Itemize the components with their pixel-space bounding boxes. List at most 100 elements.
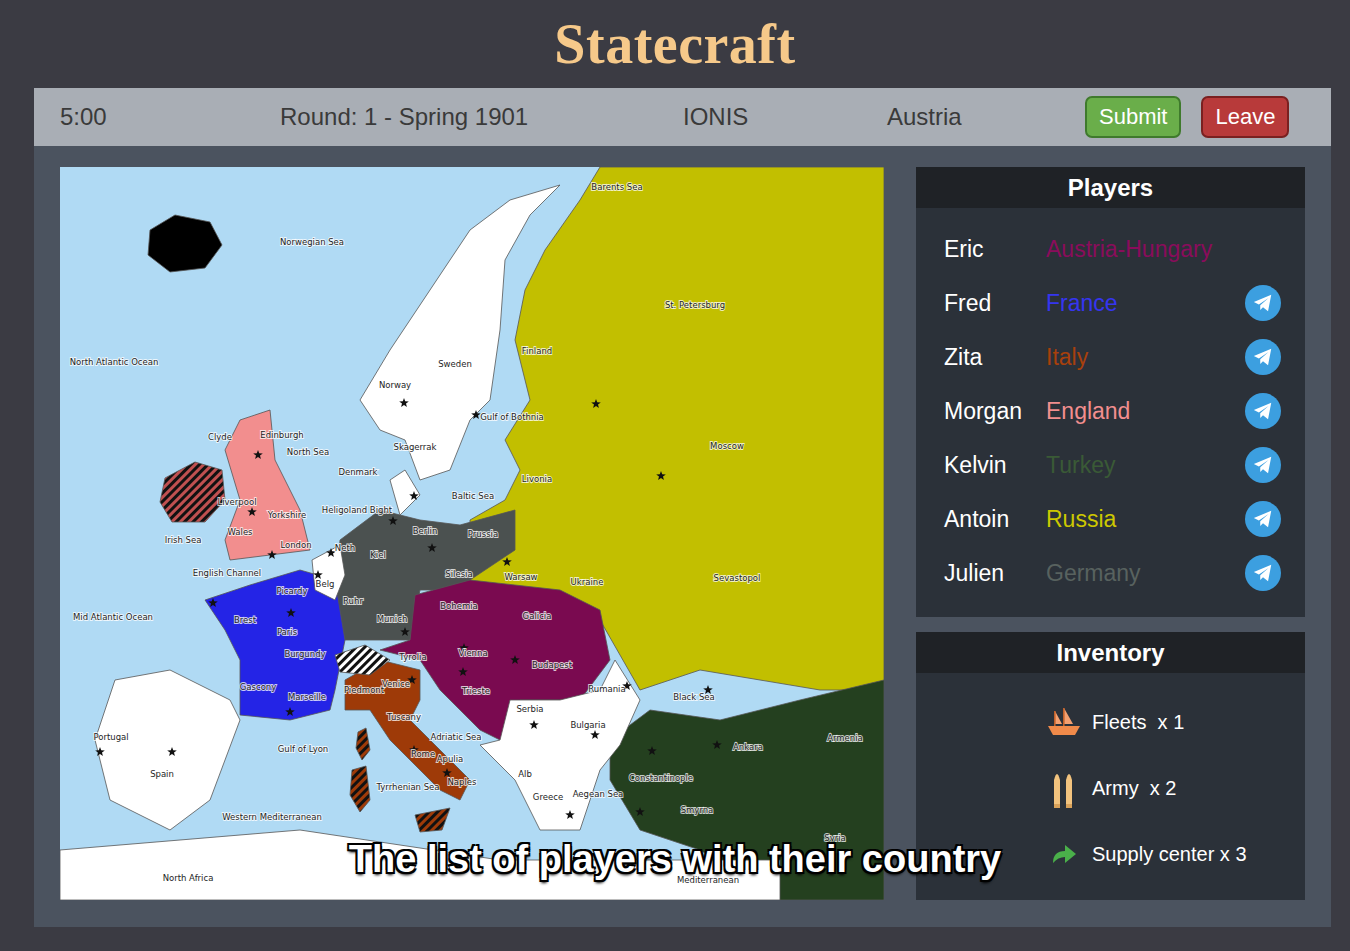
supply-center-icon: [590, 730, 600, 739]
territory[interactable]: [480, 660, 640, 830]
map-label: Western Mediterranean: [222, 812, 322, 822]
supply-center-icon: [247, 507, 257, 516]
map-label: Mid Atlantic Ocean: [73, 612, 153, 622]
map-label: Constantinople: [629, 773, 693, 783]
territory[interactable]: [60, 830, 780, 900]
supply-center-icon: [208, 598, 218, 607]
map-label: Munich: [377, 614, 408, 624]
map-label: Syria: [824, 833, 846, 843]
supply-center-icon: [502, 557, 512, 566]
player-name: Morgan: [944, 398, 1046, 425]
map-label: Armenia: [827, 733, 863, 743]
territory[interactable]: [390, 470, 420, 515]
arrow-icon: [1049, 841, 1079, 867]
player-row: AntoinRussia: [944, 492, 1283, 546]
map-label: Serbia: [516, 704, 543, 714]
supply-center-icon: [388, 516, 398, 525]
inventory-label: Army x 2: [1092, 777, 1176, 800]
game-map[interactable]: Barents SeaNorwegian SeaNorth Atlantic O…: [60, 167, 884, 900]
player-country: Germany: [1046, 560, 1245, 587]
map-label: Bohemia: [440, 601, 478, 611]
message-button[interactable]: [1245, 555, 1281, 591]
player-country: Turkey: [1046, 452, 1245, 479]
territory[interactable]: [350, 766, 370, 812]
map-label: Rumania: [588, 684, 625, 694]
territory[interactable]: [360, 185, 560, 480]
player-country: Austria-Hungary: [1046, 236, 1245, 263]
territory[interactable]: [470, 167, 884, 690]
message-button[interactable]: [1245, 501, 1281, 537]
supply-center-icon: [285, 707, 295, 716]
player-name: Julien: [944, 560, 1046, 587]
player-row: KelvinTurkey: [944, 438, 1283, 492]
message-button[interactable]: [1245, 285, 1281, 321]
supply-center-icon: [167, 747, 177, 756]
territory[interactable]: [312, 545, 345, 600]
submit-button[interactable]: Submit: [1085, 96, 1181, 138]
inventory-item: Fleets x 1: [1046, 689, 1285, 755]
fleet-icon: [1046, 702, 1082, 742]
players-panel: PlayersEricAustria-HungaryFredFranceZita…: [916, 167, 1305, 617]
inventory-item: Supply center x 3: [1046, 821, 1285, 887]
map-label: Warsaw: [504, 572, 537, 582]
map-label: Yorkshire: [267, 510, 306, 520]
europe-map[interactable]: Barents SeaNorwegian SeaNorth Atlantic O…: [60, 167, 884, 900]
supply-center-icon: [647, 746, 657, 755]
supply-center-icon: [399, 398, 409, 407]
supply-center-icon: [458, 667, 468, 676]
supply-center-icon: [656, 471, 666, 480]
map-label: Livonia: [522, 474, 552, 484]
map-label: St. Petersburg: [665, 300, 725, 310]
game-frame: 5:00Round: 1 - Spring 1901IONISAustriaSu…: [34, 88, 1331, 927]
map-label: Baltic Sea: [452, 491, 494, 501]
map-label: Sevastopol: [714, 573, 761, 583]
map-label: Heligoland Bight: [322, 505, 393, 515]
leave-button[interactable]: Leave: [1201, 96, 1289, 138]
map-label: Moscow: [710, 441, 744, 451]
supply-center-icon: [591, 399, 601, 408]
ship-icon: [1046, 707, 1082, 737]
message-button[interactable]: [1245, 393, 1281, 429]
map-label: Belg: [316, 579, 335, 589]
map-label: Finland: [522, 346, 552, 356]
top-bar: 5:00Round: 1 - Spring 1901IONISAustriaSu…: [34, 88, 1331, 146]
map-label: Ankara: [733, 742, 763, 752]
video-caption: The list of players with their country: [0, 838, 1350, 881]
map-label: Tuscany: [386, 712, 421, 722]
round-label: Round: 1 - Spring 1901: [280, 103, 683, 131]
map-label: North Africa: [163, 873, 214, 883]
message-button[interactable]: [1245, 447, 1281, 483]
bullets-icon: [1051, 766, 1077, 810]
map-label: Ruhr: [343, 596, 363, 606]
map-label: Gascony: [240, 682, 277, 692]
player-name: Zita: [944, 344, 1046, 371]
territory[interactable]: [335, 645, 390, 675]
panel-title: Players: [916, 167, 1305, 208]
side-column: PlayersEricAustria-HungaryFredFranceZita…: [916, 167, 1305, 900]
telegram-icon: [1252, 454, 1274, 476]
app-logo: Statecraft: [554, 12, 795, 76]
message-button[interactable]: [1245, 339, 1281, 375]
map-label: Apulia: [437, 754, 464, 764]
map-label: Smyrna: [681, 805, 714, 815]
territory[interactable]: [160, 462, 225, 522]
territory[interactable]: [415, 808, 450, 832]
map-label: Rome: [411, 749, 435, 759]
supply-center-icon: [286, 608, 296, 617]
territory[interactable]: [95, 670, 240, 830]
map-label: Vienna: [458, 648, 487, 658]
map-label: Wales: [227, 527, 253, 537]
map-label: Denmark: [338, 467, 377, 477]
map-label: Norway: [379, 380, 411, 390]
territory[interactable]: [225, 410, 310, 560]
territory[interactable]: [356, 728, 370, 760]
map-label: Sweden: [438, 359, 472, 369]
territory[interactable]: [148, 215, 222, 272]
supply-center-icon: [313, 570, 323, 579]
player-country: England: [1046, 398, 1245, 425]
map-label: Adriatic Sea: [430, 732, 481, 742]
player-row: EricAustria-Hungary: [944, 222, 1283, 276]
player-name: Antoin: [944, 506, 1046, 533]
map-label: Kiel: [370, 550, 386, 560]
map-label: Barents Sea: [591, 182, 642, 192]
